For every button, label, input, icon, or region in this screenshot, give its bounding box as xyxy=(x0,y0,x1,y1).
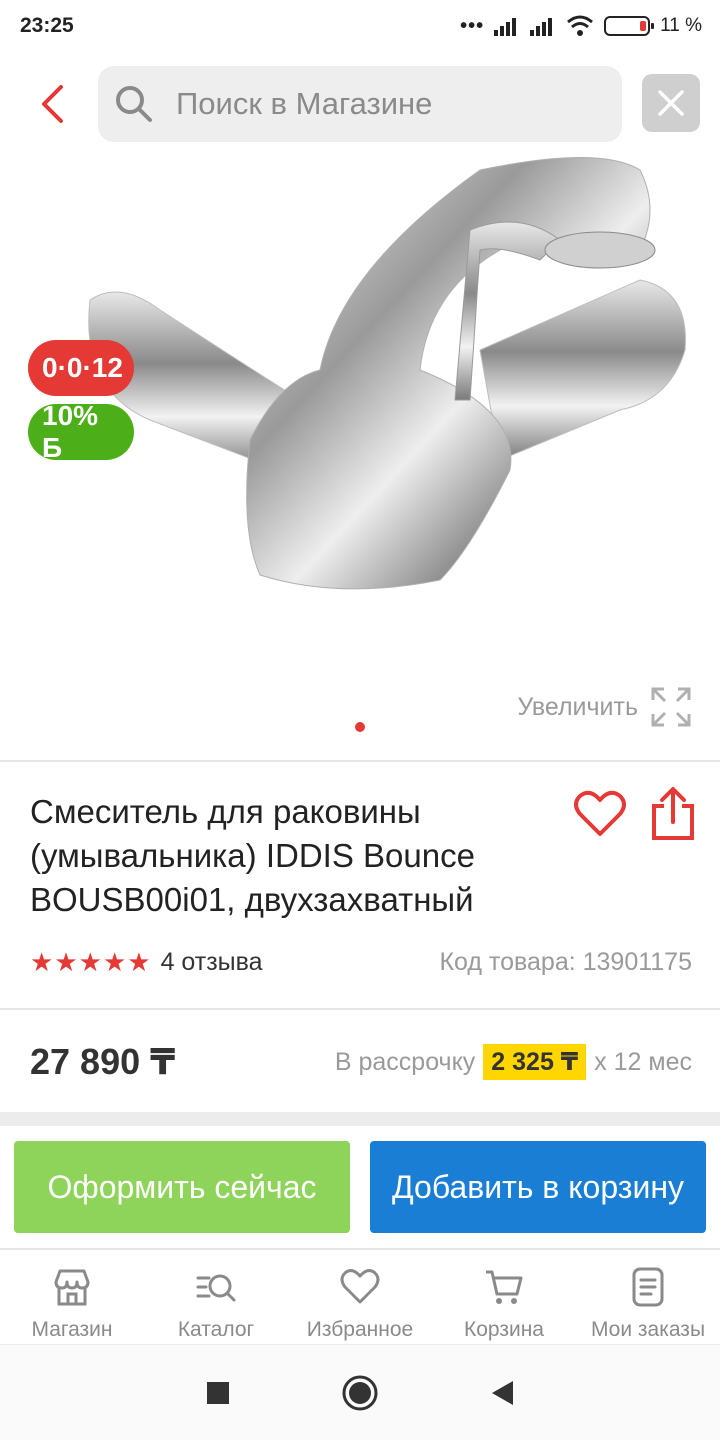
installment-suffix: х 12 мес xyxy=(594,1047,692,1076)
installment-amount: 2 325 ₸ xyxy=(483,1044,587,1080)
close-icon xyxy=(658,90,684,116)
status-icons: ••• 11 % xyxy=(460,15,702,38)
chevron-left-icon xyxy=(42,85,63,123)
search-input[interactable] xyxy=(176,86,596,122)
nav-item-store[interactable]: Магазин xyxy=(0,1250,144,1344)
product-title: Смеситель для раковины (умывальника) IDD… xyxy=(30,793,475,918)
share-button[interactable] xyxy=(650,786,696,842)
buy-now-button[interactable]: Оформить сейчас xyxy=(14,1141,350,1233)
product-price: 27 890 ₸ xyxy=(30,1041,176,1082)
home-icon[interactable] xyxy=(341,1374,379,1412)
star-icon: ★ xyxy=(30,947,54,977)
heart-icon xyxy=(574,790,626,836)
nav-label: Магазин xyxy=(31,1318,113,1341)
search-header xyxy=(0,64,720,144)
nav-label: Избранное xyxy=(306,1318,414,1341)
nav-item-catalog[interactable]: Каталог xyxy=(144,1250,288,1344)
wifi-icon xyxy=(567,15,594,36)
clear-search-button[interactable] xyxy=(642,74,700,132)
back-button[interactable] xyxy=(28,80,76,128)
share-icon xyxy=(652,787,694,840)
gallery-page-indicator xyxy=(355,722,365,732)
battery-level: 11 % xyxy=(660,15,702,36)
nav-item-orders[interactable]: Мои заказы xyxy=(576,1250,720,1344)
catalog-search-icon xyxy=(196,1274,236,1302)
cart-icon xyxy=(486,1270,523,1304)
price-row: 27 890 ₸ В рассрочку 2 325 ₸ х 12 мес xyxy=(30,1036,692,1088)
nav-item-favorites[interactable]: Избранное xyxy=(288,1250,432,1344)
recent-apps-icon[interactable] xyxy=(205,1380,231,1406)
rating-stars: ★ ★ ★ ★ ★ xyxy=(30,949,151,975)
nav-label: Каталог xyxy=(177,1318,255,1341)
bonus-badge: 10% Б xyxy=(28,400,134,463)
system-navigation-bar xyxy=(0,1344,720,1440)
status-time: 23:25 xyxy=(20,14,74,37)
battery-icon xyxy=(604,16,655,36)
section-separator xyxy=(0,1112,720,1126)
nav-label: Мои заказы xyxy=(590,1318,706,1341)
add-to-cart-button[interactable]: Добавить в корзину xyxy=(370,1141,706,1233)
installment-info[interactable]: В рассрочку 2 325 ₸ х 12 мес xyxy=(335,1044,692,1080)
zoom-label: Увеличить xyxy=(517,692,638,721)
installment-prefix: В рассрочку xyxy=(334,1047,476,1076)
status-bar: 23:25 ••• 11 % xyxy=(0,0,720,52)
installment-badge: 0·0·12 xyxy=(28,340,134,396)
search-box[interactable] xyxy=(98,66,622,142)
product-sku: Код товара: 13901175 xyxy=(439,947,692,976)
star-icon: ★ xyxy=(78,947,102,977)
divider xyxy=(0,760,720,762)
heart-icon xyxy=(340,1269,380,1304)
rating-row: ★ ★ ★ ★ ★ 4 отзыва Код товара: 13901175 xyxy=(30,944,692,980)
search-icon xyxy=(116,86,152,122)
star-icon: ★ xyxy=(127,947,151,977)
store-icon xyxy=(54,1269,90,1306)
signal-icon-2 xyxy=(530,18,553,36)
favorite-button[interactable] xyxy=(574,790,626,842)
divider xyxy=(0,1008,720,1010)
zoom-button[interactable]: Увеличить xyxy=(517,686,692,728)
back-triangle-icon[interactable] xyxy=(489,1379,515,1407)
product-gallery[interactable]: 0·0·12 10% Б Увеличить xyxy=(0,150,720,750)
bottom-navigation: Магазин Каталог Избранное Корзина Мои за… xyxy=(0,1248,720,1344)
nav-label: Корзина xyxy=(464,1318,544,1341)
signal-icon xyxy=(494,18,517,36)
orders-icon xyxy=(632,1267,664,1307)
star-icon: ★ xyxy=(54,947,78,977)
nav-item-cart[interactable]: Корзина xyxy=(432,1250,576,1344)
star-icon: ★ xyxy=(102,947,127,977)
expand-icon xyxy=(651,687,691,727)
notification-dots-icon: ••• xyxy=(460,14,485,37)
reviews-link[interactable]: 4 отзыва xyxy=(161,948,263,977)
